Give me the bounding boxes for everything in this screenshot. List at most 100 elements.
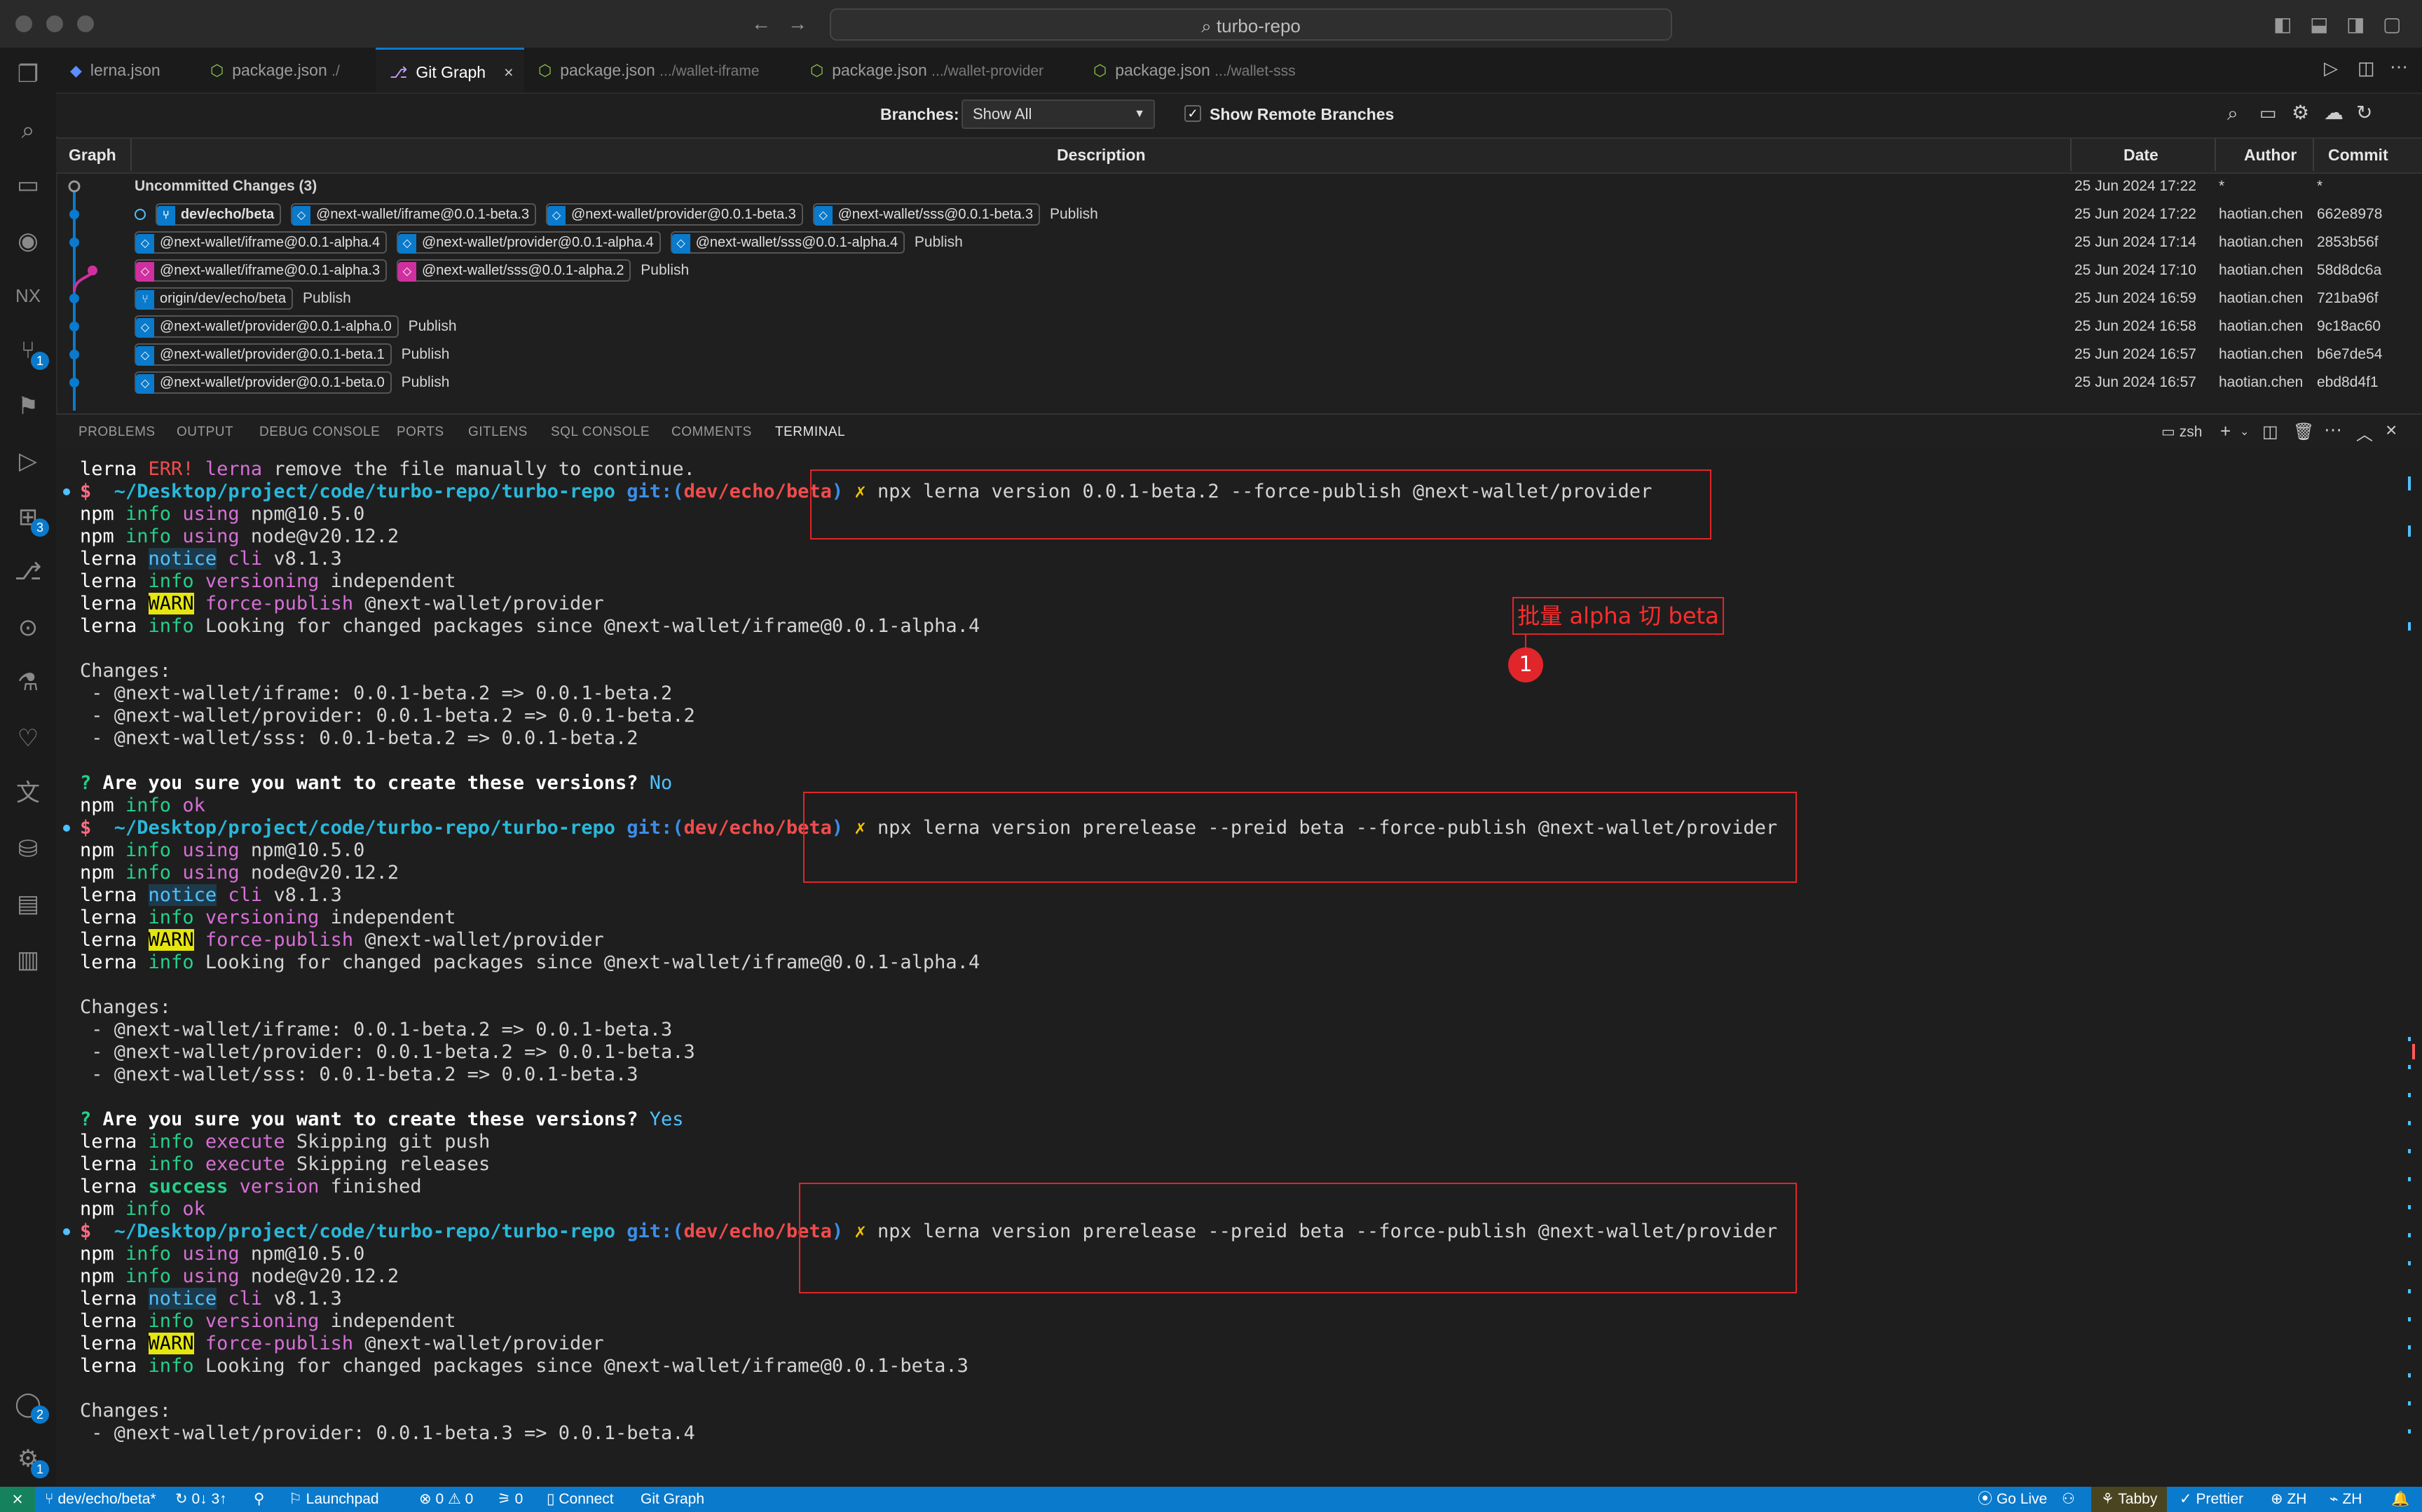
column-date[interactable]: Date bbox=[2123, 139, 2158, 171]
customize-layout-icon[interactable]: ▢ bbox=[2383, 13, 2401, 36]
fetch-icon[interactable]: ☁ bbox=[2324, 101, 2344, 124]
tag-ref[interactable]: ◇ @next-wallet/iframe@0.0.1-alpha.4 bbox=[135, 231, 388, 254]
terminal[interactable]: lerna ERR! lerna remove the file manuall… bbox=[56, 448, 2422, 1487]
launchpad-status[interactable]: ⚐ Launchpad bbox=[289, 1487, 379, 1512]
table-row[interactable]: ◇ @next-wallet/iframe@0.0.1-alpha.4 ◇ @nex… bbox=[56, 228, 2422, 256]
comments-icon[interactable]: ▤ bbox=[11, 887, 45, 921]
gitlens-status-icon[interactable]: ⚲ bbox=[254, 1487, 264, 1512]
tab-ports[interactable]: PORTS bbox=[397, 415, 444, 450]
toggle-secondary-sidebar-icon[interactable]: ◨ bbox=[2346, 13, 2365, 36]
tab-problems[interactable]: PROBLEMS bbox=[78, 415, 156, 450]
tag-ref[interactable]: ◇ @next-wallet/sss@0.0.1-beta.3 bbox=[812, 203, 1041, 226]
column-author[interactable]: Author bbox=[2244, 139, 2297, 171]
settings-icon[interactable]: ⚙ bbox=[2292, 101, 2309, 124]
new-terminal-icon[interactable]: + bbox=[2220, 420, 2231, 442]
search-icon[interactable]: ⌕ bbox=[11, 114, 45, 147]
table-row[interactable]: ◇ @next-wallet/provider@0.0.1-alpha.0 Pub… bbox=[56, 312, 2422, 341]
extensions-icon[interactable]: ⊞ 3 bbox=[11, 500, 49, 537]
tab-package-json-root[interactable]: ⬡ package.json ./ bbox=[196, 48, 376, 92]
remote-branches-checkbox[interactable]: ✓ bbox=[1184, 105, 1201, 122]
tabby-status[interactable]: ⚘ Tabby bbox=[2091, 1487, 2168, 1512]
column-description[interactable]: Description bbox=[1057, 139, 1146, 171]
branch-ref[interactable]: ⑂ dev/echo/beta bbox=[155, 203, 282, 226]
more-actions-icon[interactable]: ⋯ bbox=[2390, 56, 2408, 78]
remote-indicator-icon[interactable]: ⨯ bbox=[0, 1487, 35, 1512]
terminal-icon[interactable]: ▭ bbox=[2259, 102, 2277, 124]
tab-package-json-iframe[interactable]: ⬡ package.json .../wallet-iframe bbox=[524, 48, 796, 92]
ports-status[interactable]: ⚞ 0 bbox=[498, 1487, 523, 1512]
bookmark-icon[interactable]: ⚑ bbox=[11, 390, 45, 423]
prettier-status[interactable]: ✓ Prettier bbox=[2180, 1487, 2243, 1512]
table-row-uncommitted[interactable]: Uncommitted Changes (3) 25 Jun 2024 17:2… bbox=[56, 172, 2422, 200]
source-control-icon[interactable]: ⑂ 1 bbox=[11, 334, 49, 370]
tag-ref[interactable]: ◇ @next-wallet/iframe@0.0.1-alpha.3 bbox=[135, 259, 388, 282]
terminal-shell-label[interactable]: ▭ zsh bbox=[2161, 423, 2202, 441]
copilot-icon[interactable]: ⚇ bbox=[2062, 1487, 2075, 1512]
connect-status[interactable]: ▯ Connect bbox=[547, 1487, 614, 1512]
chevron-down-icon[interactable]: ⌄ bbox=[2240, 425, 2249, 439]
run-icon[interactable]: ▷ bbox=[2324, 57, 2338, 79]
chat-icon[interactable]: ▭ bbox=[11, 168, 45, 202]
toggle-panel-icon[interactable]: ⬓ bbox=[2310, 13, 2328, 36]
table-row[interactable]: ◇ @next-wallet/provider@0.0.1-beta.0 Publ… bbox=[56, 369, 2422, 397]
table-row[interactable]: ⑂ dev/echo/beta ◇ @next-wallet/iframe@0.0.… bbox=[56, 200, 2422, 228]
tab-lerna-json[interactable]: ◆ lerna.json bbox=[56, 48, 196, 92]
sync-status[interactable]: ↻ 0↓ 3↑ bbox=[175, 1487, 227, 1512]
tab-sql-console[interactable]: SQL CONSOLE bbox=[551, 415, 650, 450]
split-terminal-icon[interactable]: ◫ bbox=[2262, 422, 2278, 442]
tab-output[interactable]: OUTPUT bbox=[177, 415, 233, 450]
branches-select[interactable]: Show All ▼ bbox=[962, 99, 1155, 129]
trash-icon[interactable]: 🗑 bbox=[2293, 422, 2314, 442]
toggle-sidebar-icon[interactable]: ◧ bbox=[2273, 13, 2292, 36]
tab-git-graph[interactable]: ⎇ Git Graph × bbox=[376, 48, 524, 92]
tag-ref[interactable]: ◇ @next-wallet/provider@0.0.1-alpha.4 bbox=[396, 231, 661, 254]
command-center-search[interactable]: ⌕ turbo-repo bbox=[830, 8, 1672, 41]
tag-ref[interactable]: ◇ @next-wallet/provider@0.0.1-beta.0 bbox=[135, 371, 392, 394]
run-debug-icon[interactable]: ▷ bbox=[11, 444, 45, 478]
tag-ref[interactable]: ◇ @next-wallet/provider@0.0.1-beta.3 bbox=[546, 203, 803, 226]
problems-status[interactable]: ⊗ 0 ⚠ 0 bbox=[419, 1487, 473, 1512]
git-graph-icon[interactable]: ⎇ bbox=[11, 555, 45, 589]
tag-ref[interactable]: ◇ @next-wallet/provider@0.0.1-beta.1 bbox=[135, 343, 392, 366]
language-status[interactable]: ⊕ ZH bbox=[2271, 1487, 2306, 1512]
tag-ref[interactable]: ◇ @next-wallet/sss@0.0.1-alpha.2 bbox=[396, 259, 631, 282]
split-editor-icon[interactable]: ◫ bbox=[2358, 57, 2375, 79]
input-method-status[interactable]: ⌁ ZH bbox=[2329, 1487, 2362, 1512]
nx-console-icon[interactable]: NX bbox=[11, 279, 45, 312]
explorer-icon[interactable]: ❐ bbox=[11, 57, 45, 91]
table-row[interactable]: ◇ @next-wallet/provider@0.0.1-beta.1 Publ… bbox=[56, 341, 2422, 369]
tag-ref[interactable]: ◇ @next-wallet/provider@0.0.1-alpha.0 bbox=[135, 315, 399, 338]
folder-icon[interactable]: ▥ bbox=[11, 943, 45, 977]
notifications-bell-icon[interactable]: 🔔 bbox=[2391, 1487, 2409, 1512]
more-actions-icon[interactable]: ⋯ bbox=[2324, 419, 2342, 441]
column-graph[interactable]: Graph bbox=[69, 139, 116, 171]
back-arrow-icon[interactable]: ← bbox=[751, 13, 771, 35]
refresh-icon[interactable]: ↻ bbox=[2356, 101, 2372, 124]
tag-ref[interactable]: ◇ @next-wallet/sss@0.0.1-alpha.4 bbox=[670, 231, 905, 254]
database-icon[interactable]: ⛁ bbox=[11, 832, 45, 866]
maximize-panel-icon[interactable]: ︿ bbox=[2356, 420, 2373, 445]
heart-icon[interactable]: ♡ bbox=[11, 722, 45, 755]
remote-branch-ref[interactable]: ⑂ origin/dev/echo/beta bbox=[135, 287, 294, 310]
tab-terminal[interactable]: TERMINAL bbox=[775, 415, 846, 451]
tab-debug-console[interactable]: DEBUG CONSOLE bbox=[259, 415, 380, 450]
minimize-window-button[interactable] bbox=[46, 15, 63, 32]
translate-icon[interactable]: 文 bbox=[11, 776, 45, 810]
tab-package-json-provider[interactable]: ⬡ package.json .../wallet-provider bbox=[796, 48, 1079, 92]
close-panel-icon[interactable]: × bbox=[2386, 419, 2397, 441]
remote-explorer-icon[interactable]: ⊙ bbox=[11, 611, 45, 645]
git-graph-status[interactable]: Git Graph bbox=[641, 1487, 704, 1512]
find-icon[interactable]: ⌕ bbox=[2227, 102, 2238, 125]
tab-package-json-sss[interactable]: ⬡ package.json .../wallet-sss bbox=[1079, 48, 1329, 92]
testing-icon[interactable]: ⚗ bbox=[11, 666, 45, 699]
maximize-window-button[interactable] bbox=[77, 15, 94, 32]
column-commit[interactable]: Commit bbox=[2328, 139, 2388, 171]
account-icon[interactable]: ◯ 2 bbox=[11, 1387, 49, 1424]
table-row[interactable]: ⑂ origin/dev/echo/beta Publish 25 Jun 202… bbox=[56, 284, 2422, 312]
go-live-status[interactable]: ⦿ Go Live bbox=[1978, 1487, 2047, 1512]
forward-arrow-icon[interactable]: → bbox=[788, 13, 807, 35]
tab-gitlens[interactable]: GITLENS bbox=[468, 415, 528, 450]
tab-comments[interactable]: COMMENTS bbox=[671, 415, 752, 450]
gitlens-icon[interactable]: ◉ bbox=[11, 224, 45, 258]
close-tab-icon[interactable]: × bbox=[504, 63, 513, 81]
